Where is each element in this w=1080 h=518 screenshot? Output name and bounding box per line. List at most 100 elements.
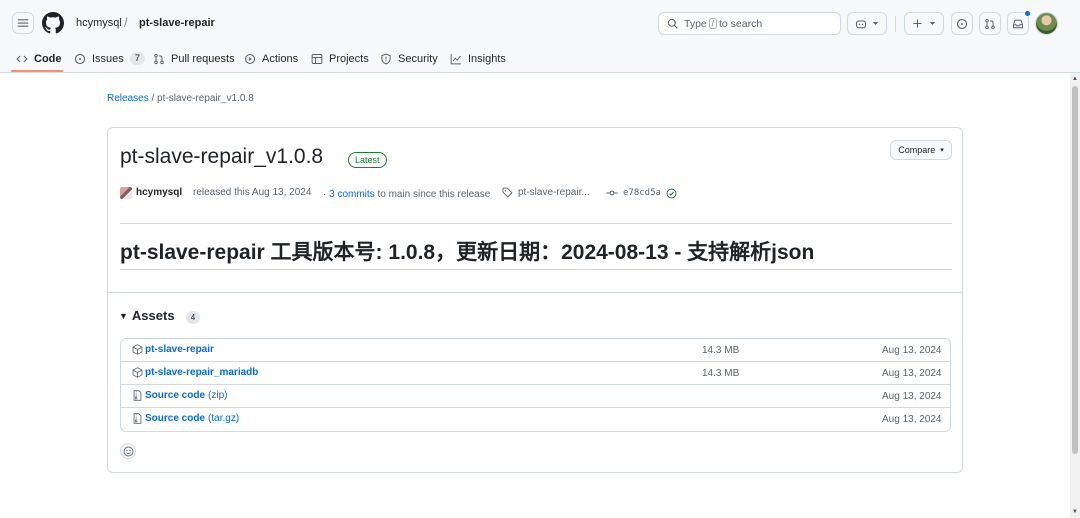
heading-underline bbox=[120, 269, 952, 270]
shield-icon bbox=[381, 53, 391, 64]
assets-counter: 4 bbox=[186, 311, 200, 324]
asset-row: pt-slave-repair_mariadb 14.3 MB Aug 13, … bbox=[121, 362, 950, 385]
release-author-link[interactable]: hcymysql bbox=[136, 187, 182, 198]
asset-date: Aug 13, 2024 bbox=[882, 391, 942, 402]
release-notes-heading: pt-slave-repair 工具版本号: 1.0.8，更新日期：2024-0… bbox=[120, 241, 815, 264]
copilot-button[interactable] bbox=[847, 12, 887, 35]
menu-button[interactable] bbox=[12, 12, 34, 34]
create-new-button[interactable] bbox=[904, 12, 944, 35]
commit-sha-label: e78cd5a bbox=[623, 188, 661, 198]
package-icon bbox=[132, 344, 143, 355]
tab-insights[interactable]: Insights bbox=[450, 44, 506, 73]
asset-date: Aug 13, 2024 bbox=[882, 345, 942, 356]
search-icon bbox=[667, 18, 678, 29]
tab-issues-label: Issues bbox=[92, 52, 124, 65]
author-avatar[interactable] bbox=[120, 187, 132, 199]
tab-security-label: Security bbox=[398, 52, 438, 65]
repo-owner-link[interactable]: hcymysql bbox=[76, 17, 122, 29]
commits-link[interactable]: 3 commits bbox=[329, 189, 375, 200]
release-title[interactable]: pt-slave-repair_v1.0.8 bbox=[120, 145, 323, 169]
compare-label: Compare bbox=[898, 145, 936, 155]
tab-pull-requests-label: Pull requests bbox=[171, 52, 235, 65]
active-tab-indicator bbox=[11, 70, 63, 72]
git-pull-request-icon bbox=[985, 18, 995, 29]
your-issues-button[interactable] bbox=[951, 12, 973, 35]
tab-code[interactable]: Code bbox=[16, 44, 62, 73]
plus-icon bbox=[913, 19, 922, 28]
asset-row: Source code (zip) Aug 13, 2024 bbox=[121, 385, 950, 408]
asset-date: Aug 13, 2024 bbox=[882, 368, 942, 379]
tab-actions[interactable]: Actions bbox=[244, 44, 298, 73]
git-commit-icon bbox=[606, 190, 618, 196]
asset-row: Source code (tar.gz) Aug 13, 2024 bbox=[121, 408, 950, 431]
tab-security[interactable]: Security bbox=[380, 44, 438, 73]
section-divider bbox=[120, 223, 952, 224]
code-icon bbox=[16, 55, 28, 62]
play-icon bbox=[244, 53, 256, 64]
tab-actions-label: Actions bbox=[262, 52, 299, 65]
app-header: hcymysql / pt-slave-repair Type / to sea… bbox=[0, 0, 1080, 73]
breadcrumb-separator: / bbox=[148, 93, 158, 104]
chevron-down-icon: ▾ bbox=[940, 147, 944, 154]
github-icon bbox=[42, 12, 64, 34]
scroll-down-arrow-icon[interactable]: ▼ bbox=[1072, 509, 1078, 515]
tab-pull-requests[interactable]: Pull requests bbox=[153, 44, 235, 73]
asset-link[interactable]: Source code (tar.gz) bbox=[132, 413, 239, 424]
release-meta: hcymysql released this Aug 13, 2024 · 3 … bbox=[120, 186, 960, 200]
assets-divider bbox=[108, 292, 962, 293]
file-zip-icon bbox=[133, 390, 142, 401]
check-circle-icon bbox=[666, 188, 677, 198]
assets-label: Assets bbox=[131, 308, 175, 323]
package-icon bbox=[132, 367, 143, 378]
triangle-down-icon: ▼ bbox=[119, 310, 128, 321]
asset-name: Source code bbox=[145, 390, 206, 401]
smiley-icon bbox=[123, 446, 133, 456]
tab-projects-label: Projects bbox=[329, 52, 369, 65]
chevron-down-icon bbox=[929, 22, 936, 25]
tab-issues[interactable]: Issues 7 bbox=[74, 44, 146, 73]
asset-link[interactable]: Source code (zip) bbox=[132, 390, 227, 401]
search-input[interactable]: Type / to search bbox=[658, 12, 841, 35]
user-avatar[interactable] bbox=[1035, 12, 1058, 35]
asset-name: pt-slave-repair bbox=[145, 344, 214, 355]
tag-icon bbox=[502, 187, 513, 198]
compare-button[interactable]: Compare ▾ bbox=[890, 140, 952, 160]
header-divider bbox=[895, 16, 896, 32]
scroll-up-arrow-icon[interactable]: ▲ bbox=[1072, 76, 1078, 82]
asset-date: Aug 13, 2024 bbox=[882, 414, 942, 425]
breadcrumb-current: pt-slave-repair_v1.0.8 bbox=[157, 93, 254, 104]
breadcrumb-releases-link[interactable]: Releases bbox=[107, 93, 149, 104]
table-icon bbox=[311, 53, 323, 64]
tab-code-label: Code bbox=[34, 52, 62, 65]
assets-toggle[interactable]: ▼ Assets bbox=[119, 308, 175, 323]
asset-link[interactable]: pt-slave-repair_mariadb bbox=[132, 367, 258, 378]
release-card: pt-slave-repair_v1.0.8 Latest Compare ▾ … bbox=[107, 127, 963, 473]
asset-name: Source code bbox=[145, 413, 206, 424]
issue-icon bbox=[74, 53, 86, 64]
pull-request-icon bbox=[154, 53, 164, 64]
issue-opened-icon bbox=[956, 18, 968, 29]
asset-size: 14.3 MB bbox=[702, 368, 740, 379]
path-separator: / bbox=[124, 15, 128, 30]
latest-badge: Latest bbox=[348, 152, 387, 168]
add-reaction-button[interactable] bbox=[120, 443, 136, 459]
top-bar: hcymysql / pt-slave-repair Type / to sea… bbox=[0, 0, 1080, 44]
issues-counter: 7 bbox=[129, 52, 146, 65]
release-tag-link[interactable]: pt-slave-repair... bbox=[502, 187, 590, 198]
scrollbar-thumb[interactable] bbox=[1072, 86, 1078, 454]
hamburger-icon bbox=[17, 19, 29, 27]
copilot-icon bbox=[855, 19, 866, 28]
repo-name-link[interactable]: pt-slave-repair bbox=[139, 17, 215, 29]
file-zip-icon bbox=[133, 413, 142, 424]
graph-icon bbox=[450, 53, 461, 64]
search-suffix: to search bbox=[719, 17, 763, 30]
asset-link[interactable]: pt-slave-repair bbox=[132, 344, 214, 355]
github-logo[interactable] bbox=[42, 12, 64, 34]
asset-format: (tar.gz) bbox=[208, 413, 240, 424]
your-pull-requests-button[interactable] bbox=[979, 12, 1001, 35]
commits-since-text: · 3 commits to main since this release bbox=[323, 189, 490, 200]
inbox-icon bbox=[1013, 19, 1023, 28]
chevron-down-icon bbox=[872, 22, 879, 25]
tab-projects[interactable]: Projects bbox=[311, 44, 369, 73]
commit-sha-link[interactable]: e78cd5a bbox=[606, 187, 682, 199]
